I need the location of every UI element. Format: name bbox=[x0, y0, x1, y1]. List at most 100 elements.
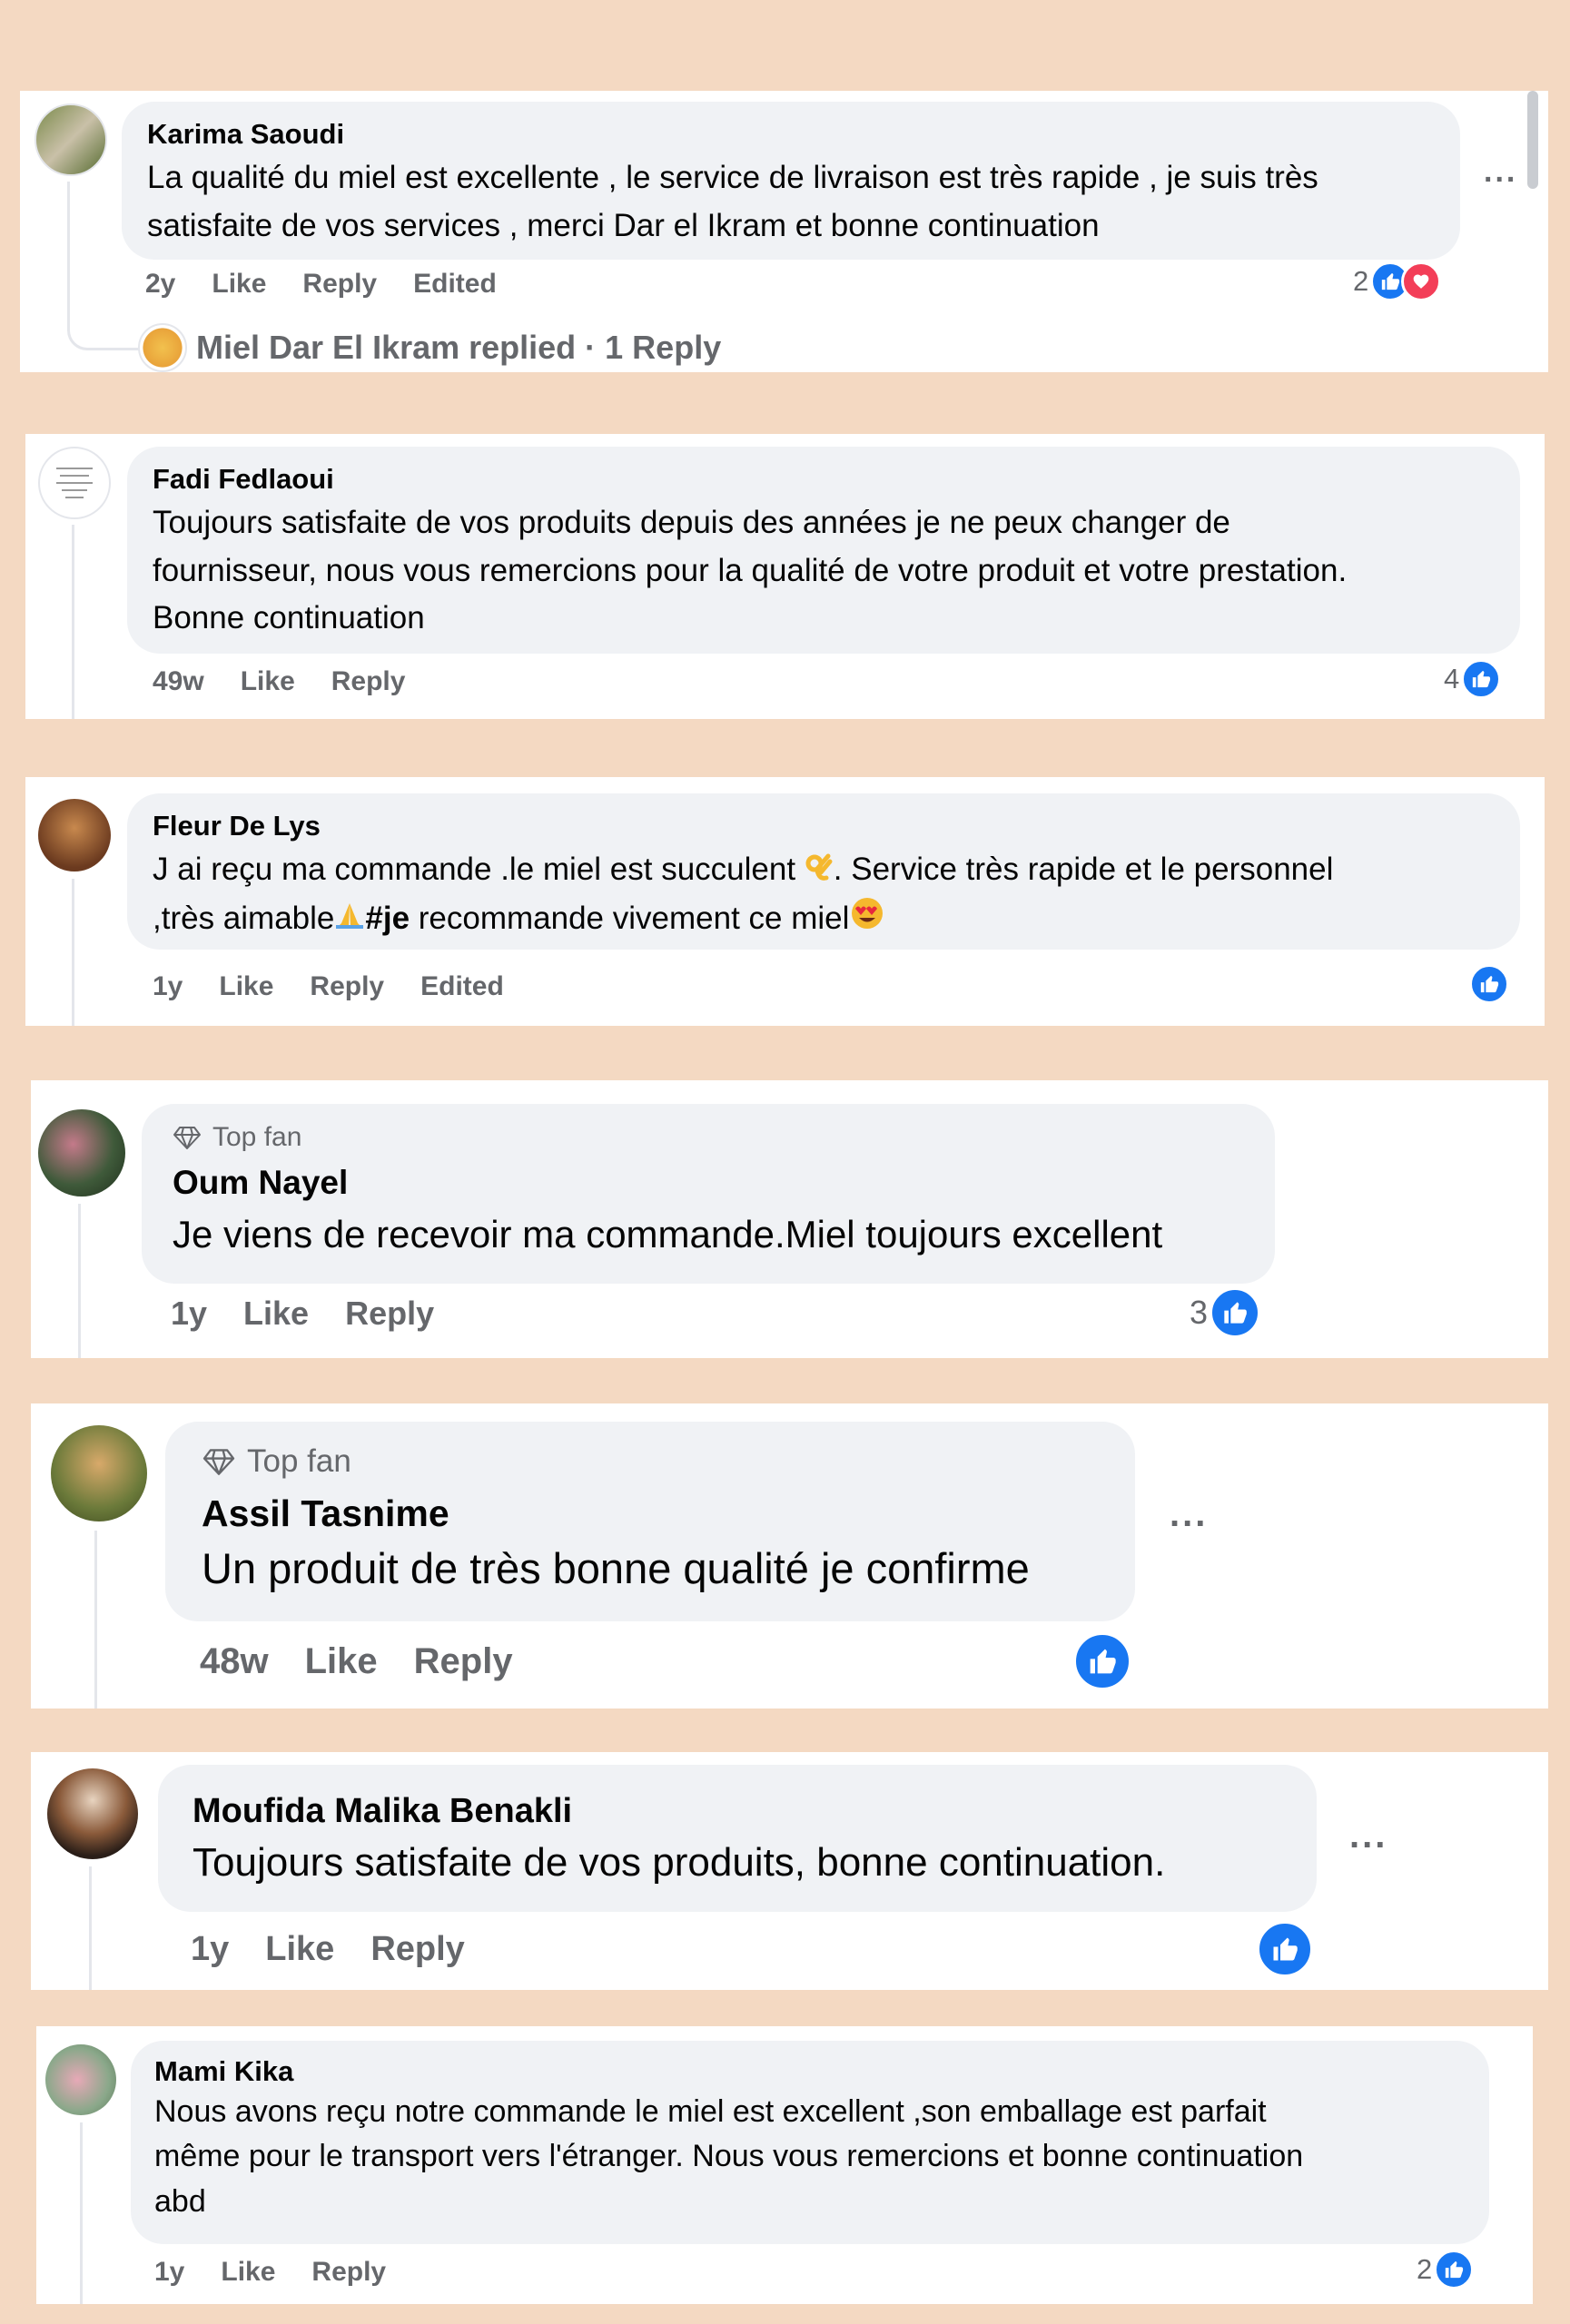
edited-label: Edited bbox=[413, 269, 497, 299]
comment-text-part: . Service très rapide et le personnel bbox=[833, 852, 1334, 887]
reactions-summary[interactable]: 4 bbox=[1444, 659, 1502, 699]
diamond-icon bbox=[173, 1127, 201, 1149]
comment-bubble: Moufida Malika Benakli Toujours satisfai… bbox=[158, 1765, 1317, 1912]
comment-author[interactable]: Fadi Fedlaoui bbox=[153, 463, 1495, 496]
comment-author[interactable]: Mami Kika bbox=[154, 2055, 1466, 2088]
avatar[interactable] bbox=[35, 103, 107, 176]
comment-card: Top fan Oum Nayel Je viens de recevoir m… bbox=[31, 1080, 1548, 1358]
comment-author[interactable]: Fleur De Lys bbox=[153, 810, 1495, 842]
reply-button[interactable]: Reply bbox=[310, 971, 384, 1002]
heart-eyes-emoji bbox=[849, 895, 885, 946]
reply-button[interactable]: Reply bbox=[414, 1641, 513, 1682]
thread-line bbox=[89, 1866, 92, 1990]
comment-text: Un produit de très bonne qualité je conf… bbox=[202, 1544, 1030, 1592]
comment-bubble: Top fan Oum Nayel Je viens de recevoir m… bbox=[142, 1104, 1275, 1284]
top-fan-badge: Top fan bbox=[173, 1122, 1244, 1153]
comment-bubble: Top fan Assil Tasnime Un produit de très… bbox=[165, 1422, 1135, 1621]
comment-timestamp: 2y bbox=[145, 269, 176, 299]
thumbs-up-icon bbox=[1469, 964, 1509, 1004]
reply-button[interactable]: Reply bbox=[370, 1930, 464, 1969]
thread-line bbox=[72, 879, 74, 1026]
comment-actions: 1y Like Reply bbox=[191, 1930, 501, 1969]
pray-emoji bbox=[334, 897, 365, 945]
like-button[interactable]: Like bbox=[212, 269, 266, 300]
avatar[interactable] bbox=[38, 447, 111, 519]
reply-button[interactable]: Reply bbox=[302, 269, 377, 300]
comment-actions: 2y Like Reply Edited bbox=[145, 269, 533, 300]
like-button[interactable]: Like bbox=[265, 1930, 334, 1969]
top-fan-label: Top fan bbox=[247, 1443, 351, 1479]
comment-timestamp: 49w bbox=[153, 666, 204, 696]
avatar[interactable] bbox=[45, 2044, 116, 2115]
comment-author[interactable]: Assil Tasnime bbox=[202, 1492, 1099, 1535]
comment-timestamp: 1y bbox=[191, 1930, 230, 1968]
thumbs-up-icon bbox=[1461, 659, 1502, 699]
comment-author[interactable]: Moufida Malika Benakli bbox=[193, 1792, 1282, 1831]
hashtag-link[interactable]: #je bbox=[365, 901, 410, 936]
comment-timestamp: 1y bbox=[153, 971, 183, 1001]
reactions-summary[interactable] bbox=[1469, 964, 1509, 1004]
reaction-count: 2 bbox=[1417, 2253, 1433, 2285]
comment-text-part: J ai reçu ma commande .le miel est succu… bbox=[153, 852, 805, 887]
comment-text-line: abd bbox=[154, 2183, 206, 2219]
heart-icon bbox=[1401, 261, 1442, 301]
comment-text-line: satisfaite de vos services , merci Dar e… bbox=[147, 207, 1100, 243]
comment-text: Toujours satisfaite de vos produits, bon… bbox=[193, 1840, 1166, 1885]
replies-summary-text: Miel Dar El Ikram replied · 1 Reply bbox=[196, 329, 722, 366]
ok-hand-emoji bbox=[805, 848, 834, 896]
comment-bubble: Karima Saoudi La qualité du miel est exc… bbox=[122, 102, 1460, 260]
avatar[interactable] bbox=[38, 1109, 125, 1196]
comment-text-line: ,très aimable #je recommande vivement ce … bbox=[153, 895, 1495, 946]
comment-text-line: La qualité du miel est excellente , le s… bbox=[147, 160, 1318, 195]
comment-card: Fleur De Lys J ai reçu ma commande .le m… bbox=[25, 777, 1545, 1026]
comment-text-line: Nous avons reçu notre commande le miel e… bbox=[154, 2094, 1267, 2129]
thumbs-up-icon bbox=[1073, 1632, 1131, 1690]
avatar[interactable] bbox=[38, 799, 111, 872]
comment-text-line: fournisseur, nous vous remercions pour l… bbox=[153, 552, 1348, 588]
edited-label: Edited bbox=[420, 971, 504, 1001]
reactions-summary[interactable]: 3 bbox=[1190, 1287, 1261, 1338]
like-button[interactable]: Like bbox=[241, 666, 295, 697]
thumbs-up-icon bbox=[1434, 2250, 1475, 2290]
comment-card: Karima Saoudi La qualité du miel est exc… bbox=[20, 91, 1548, 372]
comment-card: Mami Kika Nous avons reçu notre commande… bbox=[36, 2026, 1533, 2304]
like-button[interactable]: Like bbox=[219, 971, 273, 1002]
scrollbar[interactable] bbox=[1527, 91, 1538, 189]
comment-text-line: même pour le transport vers l'étranger. … bbox=[154, 2139, 1304, 2174]
avatar[interactable] bbox=[51, 1425, 147, 1521]
reaction-count: 4 bbox=[1444, 663, 1460, 694]
comment-bubble: Fleur De Lys J ai reçu ma commande .le m… bbox=[127, 793, 1520, 950]
comment-timestamp: 1y bbox=[171, 1295, 208, 1332]
like-button[interactable]: Like bbox=[243, 1295, 309, 1333]
reaction-count: 3 bbox=[1190, 1294, 1209, 1331]
reactions-summary[interactable]: 2 bbox=[1417, 2250, 1475, 2290]
reply-button[interactable]: Reply bbox=[311, 2257, 386, 2288]
reply-button[interactable]: Reply bbox=[331, 666, 406, 697]
reactions-summary[interactable]: 2 bbox=[1353, 261, 1442, 301]
more-options-button[interactable]: ... bbox=[1170, 1494, 1208, 1535]
reply-button[interactable]: Reply bbox=[345, 1295, 434, 1333]
more-options-button[interactable]: ... bbox=[1349, 1816, 1387, 1856]
comment-author[interactable]: Oum Nayel bbox=[173, 1164, 1244, 1202]
page-avatar bbox=[138, 323, 187, 372]
comment-bubble: Mami Kika Nous avons reçu notre commande… bbox=[131, 2041, 1489, 2244]
comment-actions: 1y Like Reply Edited bbox=[153, 971, 540, 1002]
comment-actions: 1y Like Reply bbox=[154, 2257, 422, 2288]
thread-line bbox=[78, 1204, 81, 1358]
like-button[interactable]: Like bbox=[221, 2257, 275, 2288]
comment-card: Fadi Fedlaoui Toujours satisfaite de vos… bbox=[25, 434, 1545, 719]
like-button[interactable]: Like bbox=[305, 1641, 378, 1682]
reactions-summary[interactable] bbox=[1073, 1632, 1131, 1690]
comment-actions: 48w Like Reply bbox=[200, 1641, 549, 1682]
diamond-icon bbox=[202, 1449, 235, 1475]
reactions-summary[interactable] bbox=[1257, 1921, 1313, 1977]
comment-author[interactable]: Karima Saoudi bbox=[147, 118, 1435, 151]
replies-summary[interactable]: Miel Dar El Ikram replied · 1 Reply bbox=[138, 323, 721, 372]
top-fan-badge: Top fan bbox=[202, 1443, 1099, 1480]
comment-card: Top fan Assil Tasnime Un produit de très… bbox=[31, 1403, 1548, 1709]
comment-actions: 49w Like Reply bbox=[153, 666, 441, 697]
avatar[interactable] bbox=[47, 1768, 138, 1859]
comment-text-line: Bonne continuation bbox=[153, 600, 425, 635]
comment-timestamp: 48w bbox=[200, 1641, 269, 1681]
more-options-button[interactable]: ... bbox=[1484, 154, 1517, 190]
